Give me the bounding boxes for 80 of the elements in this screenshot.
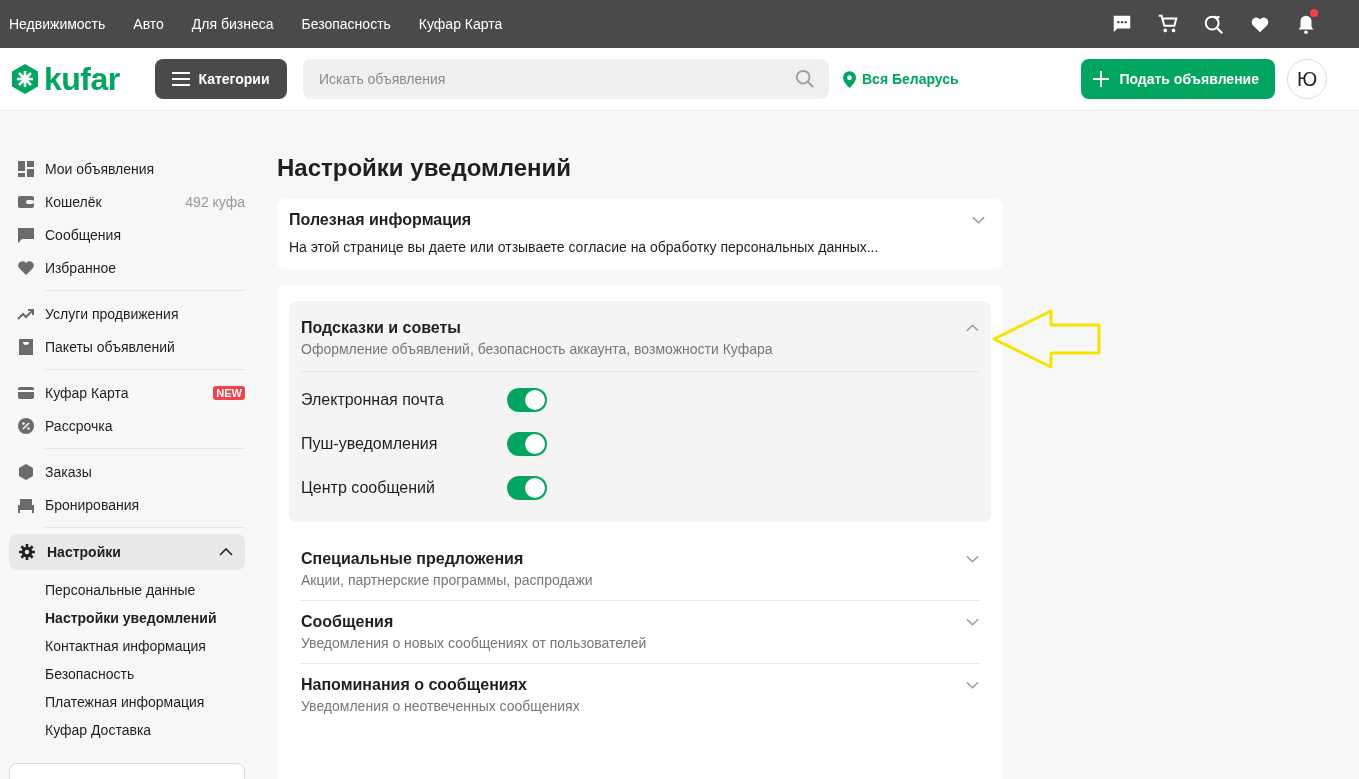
settings-subitem[interactable]: Персональные данные [45,576,245,604]
toggle-switch[interactable] [507,476,547,500]
info-card-title: Полезная информация [289,211,472,229]
sidebar-item-label: Пакеты объявлений [45,338,176,355]
grid-icon [17,159,35,178]
settings-subitem[interactable]: Куфар Доставка [45,716,245,744]
toggle-label: Центр сообщений [301,479,436,497]
settings-subitem[interactable]: Контактная информация [45,632,245,660]
sidebar-item[interactable]: Бронирования [17,488,245,521]
settings-subitem[interactable]: Платежная информация [45,688,245,716]
top-nav-link[interactable]: Недвижимость [9,16,106,32]
sidebar-item[interactable]: Кошелёк 492 куфа [17,185,245,218]
collapsed-section[interactable]: Сообщения Уведомления о новых сообщениях от пользователей [289,601,991,663]
sidebar-item-label: Услуги продвижения [45,305,180,322]
toggle-switch[interactable] [507,388,547,412]
menu-icon [172,72,191,86]
toggle-switch[interactable] [507,432,547,456]
page-title: Настройки уведомлений [277,153,573,183]
cart-icon[interactable] [1157,13,1179,35]
section-subtitle: Акции, партнерские программы, распродажи [301,572,594,588]
sidebar-item[interactable]: Рассрочка [17,409,245,442]
heart-icon [17,258,35,277]
search-heart-icon[interactable] [1203,13,1225,35]
section-title: Напоминания о сообщениях [301,676,527,694]
logo-text: kufar [44,60,120,98]
expanded-section[interactable]: Подсказки и советы Оформление объявлений, безопасность аккаунта, возможности Куфара Электронная почта Пуш-уведомления Центр сообщений [289,301,991,522]
info-card-text: На этой странице вы даете или отзываете согласие на обработку персональных данных... [289,239,880,255]
percent-icon [17,416,35,435]
sidebar-item-label: Кошелёк [45,193,103,210]
collapsed-section[interactable]: Напоминания о сообщениях Уведомления о неотвеченных сообщениях [289,664,991,726]
gear-icon [19,544,35,560]
section-subtitle: Уведомления о новых сообщениях от пользователей [301,635,648,651]
sidebar-item[interactable]: Сообщения [17,218,245,251]
chevron-icon [966,324,979,332]
sidebar-item[interactable]: Пакеты объявлений [17,330,245,363]
categories-button[interactable]: Категории [155,59,287,99]
avatar-button[interactable]: Ю [1287,59,1327,99]
sidebar-item-label: Избранное [45,259,117,276]
section-title: Сообщения [301,613,394,631]
chevron-icon [219,548,233,556]
search-field[interactable]: Искать объявления [303,59,829,99]
box-icon [17,462,35,481]
sidebar-item[interactable]: Заказы [17,455,245,488]
top-nav-link[interactable]: Куфар Карта [418,16,503,32]
sidebar-item[interactable]: Мои объявления [17,152,245,185]
section-subtitle: Уведомления о неотвеченных сообщениях [301,698,581,714]
toggle-label: Пуш-уведомления [301,435,439,453]
top-nav-link[interactable]: Безопасность [301,16,391,32]
sidebar-item-label: Мои объявления [45,160,156,177]
settings-subitem[interactable]: Настройки уведомлений [45,604,245,632]
section-title: Специальные предложения [301,550,524,568]
logo-icon [9,63,41,95]
chevron-icon [966,618,979,626]
section-title: Подсказки и советы [301,319,461,337]
sidebar-item[interactable]: Куфар Карта NEW [17,376,245,409]
sidebar-item-label: Заказы [45,463,93,480]
wallet-balance: 492 куфа [185,193,245,210]
toggle-label: Электронная почта [301,391,445,409]
location-pin-icon [843,70,856,88]
sidebar-item[interactable]: Услуги продвижения [17,297,245,330]
section-subtitle: Оформление объявлений, безопасность аккаунта, возможности Куфара [301,341,774,357]
collapsed-section[interactable]: Специальные предложения Акции, партнерские программы, распродажи [289,538,991,600]
chat-icon [17,225,35,244]
sidebar-item-label: Рассрочка [45,417,114,434]
settings-subitem[interactable]: Безопасность [45,660,245,688]
sidebar-item-label: Сообщения [45,226,122,243]
sidebar-item[interactable]: Избранное [17,251,245,284]
search-icon [795,69,815,89]
sidebar-item-label: Куфар Карта [45,384,130,401]
top-nav-link[interactable]: Авто [133,16,164,32]
top-nav-link[interactable]: Для бизнеса [191,16,274,32]
sidebar-item-label: Бронирования [45,496,141,513]
bag-icon [17,337,35,356]
plus-icon [1093,71,1110,87]
settings-label: Настройки [47,544,122,560]
new-badge: NEW [213,385,245,400]
chevron-icon [966,681,979,689]
settings-item[interactable]: Настройки [9,534,245,570]
chevron-icon [966,555,979,563]
info-card[interactable]: Полезная информация На этой странице вы даете или отзываете согласие на обработку персональных данных... [277,199,1003,269]
